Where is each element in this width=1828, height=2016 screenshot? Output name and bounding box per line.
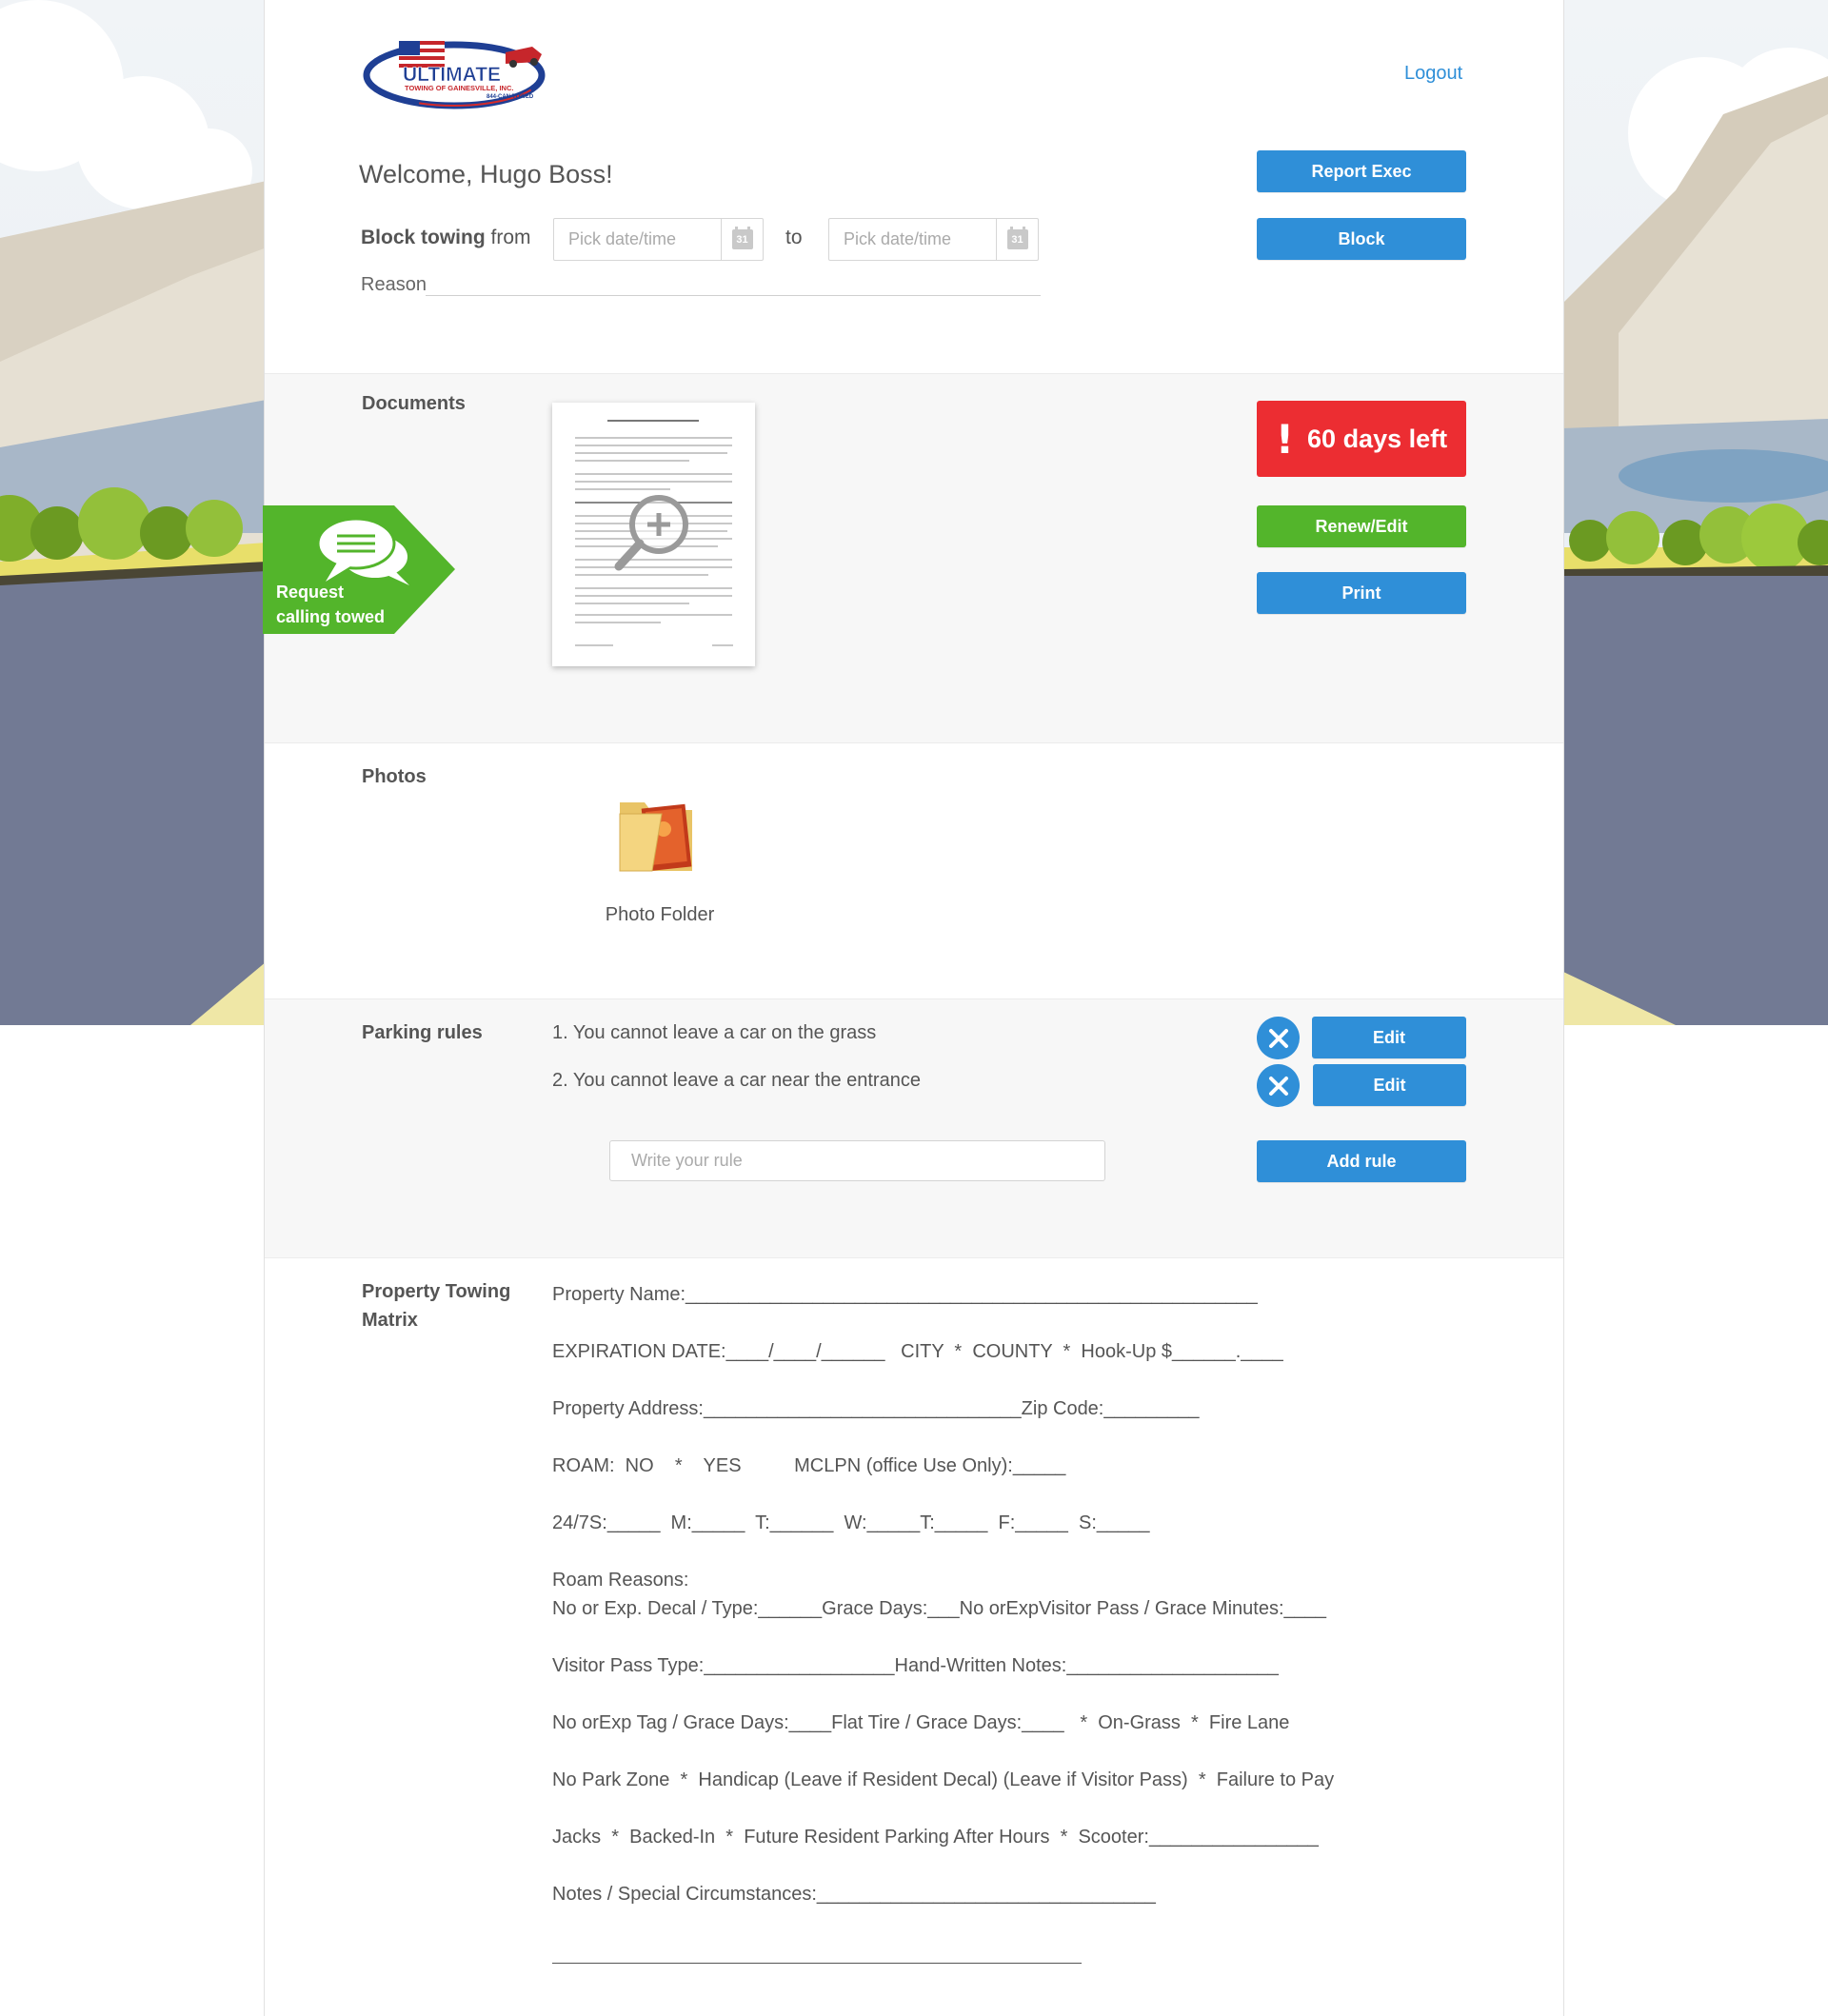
matrix-schedule[interactable]: 24/7S:_____ M:_____ T:______ W:_____T:__…	[552, 1512, 1150, 1534]
exclamation-icon: !	[1275, 415, 1295, 463]
documents-section: Documents ! 60 days left Renew/Edit Prin…	[263, 373, 1563, 743]
days-left-alert: ! 60 days left	[1257, 401, 1466, 477]
from-date-picker[interactable]: Pick date/time 31	[553, 218, 764, 261]
matrix-title-line1: Property Towing	[362, 1281, 511, 1302]
parking-rules-title: Parking rules	[362, 1022, 483, 1043]
new-rule-input[interactable]	[609, 1140, 1105, 1181]
main-card: ULTIMATE TOWING OF GAINESVILLE, INC. 844…	[263, 0, 1564, 2016]
photo-folder-icon[interactable]	[606, 781, 705, 880]
add-rule-button[interactable]: Add rule	[1257, 1140, 1466, 1182]
rule-item: 1. You cannot leave a car on the grass	[552, 1022, 877, 1043]
calendar-day: 31	[731, 227, 753, 249]
calendar-icon[interactable]: 31	[996, 219, 1038, 260]
matrix-title: Property Towing Matrix	[362, 1277, 510, 1334]
delete-rule-button[interactable]	[1257, 1064, 1300, 1107]
report-exec-button[interactable]: Report Exec	[1257, 150, 1466, 192]
logo-title: ULTIMATE	[403, 64, 501, 86]
from-date-placeholder[interactable]: Pick date/time	[554, 229, 721, 249]
request-tag-label: Request calling towed	[276, 580, 385, 629]
matrix-decal-grace[interactable]: No or Exp. Decal / Type:______Grace Days…	[552, 1598, 1326, 1620]
delete-rule-button[interactable]	[1257, 1017, 1300, 1059]
rule-item: 2. You cannot leave a car near the entra…	[552, 1070, 921, 1091]
notes-continuation-line[interactable]	[552, 1963, 1082, 1964]
matrix-property-address[interactable]: Property Address:_______________________…	[552, 1398, 1199, 1420]
block-button[interactable]: Block	[1257, 218, 1466, 260]
calendar-day: 31	[1006, 227, 1028, 249]
company-logo: ULTIMATE TOWING OF GAINESVILLE, INC. 844…	[363, 31, 549, 109]
close-icon	[1268, 1028, 1288, 1048]
welcome-message: Welcome, Hugo Boss!	[359, 160, 613, 188]
close-icon	[1268, 1076, 1288, 1096]
calendar-icon[interactable]: 31	[721, 219, 763, 260]
document-thumbnail[interactable]	[552, 403, 755, 666]
logo-subtitle: TOWING OF GAINESVILLE, INC.	[405, 84, 513, 92]
photos-section: Photos Photo Folder	[265, 743, 1563, 998]
photos-title: Photos	[362, 766, 427, 787]
request-calling-towed-tag[interactable]: Request calling towed	[263, 505, 455, 634]
print-button[interactable]: Print	[1257, 572, 1466, 614]
chat-bubbles-icon	[318, 517, 409, 585]
matrix-roam-reasons-label: Roam Reasons:	[552, 1570, 689, 1591]
block-towing-label: Block towing from	[361, 227, 531, 249]
matrix-title-line2: Matrix	[362, 1310, 418, 1331]
matrix-jacks-scooter[interactable]: Jacks * Backed-In * Future Resident Park…	[552, 1827, 1319, 1848]
block-towing-from: from	[485, 227, 531, 248]
to-label: to	[785, 227, 803, 248]
parking-rules-section: Parking rules 1. You cannot leave a car …	[265, 998, 1563, 1258]
matrix-notes[interactable]: Notes / Special Circumstances:__________…	[552, 1884, 1156, 1906]
renew-edit-button[interactable]: Renew/Edit	[1257, 505, 1466, 547]
logout-link[interactable]: Logout	[1404, 63, 1462, 85]
photo-folder-label[interactable]: Photo Folder	[598, 904, 722, 926]
request-tag-line2: calling towed	[276, 607, 386, 626]
zoom-in-icon[interactable]	[609, 486, 701, 578]
edit-rule-button[interactable]: Edit	[1313, 1064, 1466, 1106]
matrix-tag-grace[interactable]: No orExp Tag / Grace Days:____Flat Tire …	[552, 1712, 1289, 1734]
logo-phone: 844-CAN-TOWED	[487, 94, 534, 100]
reason-label: Reason	[361, 274, 427, 295]
to-date-placeholder[interactable]: Pick date/time	[829, 229, 996, 249]
documents-title: Documents	[362, 393, 466, 414]
matrix-no-park-zone[interactable]: No Park Zone * Handicap (Leave if Reside…	[552, 1769, 1334, 1791]
header-section: ULTIMATE TOWING OF GAINESVILLE, INC. 844…	[265, 0, 1563, 373]
matrix-expiration-date[interactable]: EXPIRATION DATE:____/____/______ CITY * …	[552, 1341, 1283, 1363]
property-towing-matrix-section: Property Towing Matrix Property Name:___…	[265, 1258, 1563, 2016]
block-towing-bold: Block towing	[361, 227, 486, 248]
reason-input[interactable]	[426, 295, 1041, 296]
matrix-property-name[interactable]: Property Name:__________________________…	[552, 1284, 1258, 1306]
matrix-roam[interactable]: ROAM: NO * YES MCLPN (office Use Only):_…	[552, 1455, 1065, 1477]
matrix-visitor-pass[interactable]: Visitor Pass Type:__________________Hand…	[552, 1655, 1279, 1677]
to-date-picker[interactable]: Pick date/time 31	[828, 218, 1039, 261]
edit-rule-button[interactable]: Edit	[1312, 1017, 1466, 1058]
request-tag-line1: Request	[276, 583, 345, 602]
days-left-text: 60 days left	[1307, 424, 1448, 453]
